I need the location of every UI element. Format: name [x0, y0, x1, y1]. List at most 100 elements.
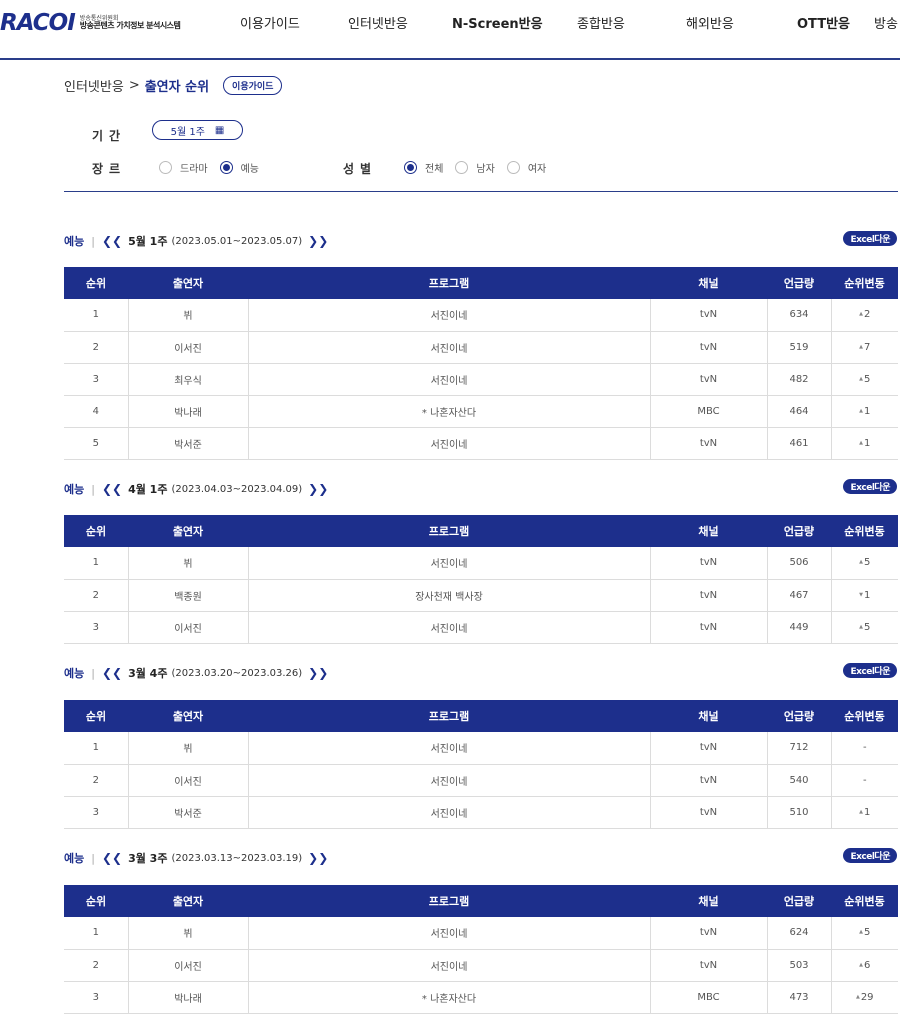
week-picker[interactable]: 5월 1주 ▦ [152, 120, 243, 140]
performer-cell: 백종원 [128, 579, 249, 612]
rank-cell: 4 [64, 395, 129, 428]
excel-download-button[interactable]: Excel다운 [843, 479, 897, 494]
rank-cell: 1 [64, 547, 129, 580]
next-week-icon[interactable]: ❯❯ [308, 482, 328, 496]
prev-week-icon[interactable]: ❮❮ [102, 666, 122, 680]
program-header: 프로그램 [248, 267, 650, 299]
section-week: 3월 4주 [128, 667, 168, 680]
mentions-cell: 503 [767, 949, 832, 982]
gender-option-male[interactable]: 남자 [476, 160, 494, 175]
channel-header: 채널 [650, 267, 767, 299]
channel-header: 채널 [650, 885, 767, 917]
performer-cell: 박나래 [128, 981, 249, 1014]
calendar-icon: ▦ [214, 124, 225, 136]
genre-radio-drama[interactable] [159, 161, 172, 174]
section-title: 예능 | ❮❮ 3월 3주 (2023.03.13~2023.03.19) ❯❯ [64, 850, 328, 866]
ranking-table: 순위출연자프로그램채널언급량순위변동1뷔서진이네tvN63422이서진서진이네t… [64, 267, 898, 460]
channel-cell: tvN [650, 949, 768, 982]
rank-change-cell: 6 [831, 949, 898, 982]
performer-header: 출연자 [128, 700, 248, 732]
mentions-cell: 464 [767, 395, 832, 428]
section-genre: 예능 [64, 852, 85, 865]
nav-ott-response[interactable]: OTT반응 [797, 13, 850, 32]
section-genre: 예능 [64, 235, 85, 248]
rank-cell: 1 [64, 917, 129, 950]
table-row[interactable]: 1 뷔 서진이네 tvN 712- [64, 732, 898, 765]
program-header: 프로그램 [248, 885, 650, 917]
genre-radio-variety[interactable] [219, 161, 233, 174]
prev-week-icon[interactable]: ❮❮ [102, 482, 122, 496]
table-row[interactable]: 2 이서진 서진이네 tvN 540- [64, 764, 898, 797]
gender-radio-all[interactable] [404, 161, 417, 174]
logo-subtitle: 방송통신위원회 방송콘텐츠 가치정보 분석시스템 [80, 15, 181, 31]
genre-option-drama[interactable]: 드라마 [180, 160, 208, 175]
channel-cell: tvN [650, 299, 768, 332]
excel-download-button[interactable]: Excel다운 [843, 663, 897, 678]
next-week-icon[interactable]: ❯❯ [308, 851, 328, 865]
section-date-range: (2023.04.03~2023.04.09) [171, 483, 303, 495]
nav-internet-response[interactable]: 인터넷반응 [348, 13, 408, 32]
nav-nscreen-response[interactable]: N-Screen반응 [452, 13, 543, 32]
section-week: 3월 3주 [128, 852, 168, 865]
next-week-icon[interactable]: ❯❯ [308, 234, 328, 248]
excel-download-button[interactable]: Excel다운 [843, 231, 897, 246]
gender-option-all[interactable]: 전체 [425, 160, 443, 175]
table-row[interactable]: 1뷔서진이네tvN6342 [64, 299, 898, 332]
section-date-range: (2023.05.01~2023.05.07) [171, 235, 303, 247]
performer-cell: 박서준 [128, 427, 249, 460]
table-header-row: 순위 출연자 프로그램 채널 언급량 순위변동 [64, 700, 898, 732]
week-picker-value: 5월 1주 [170, 126, 205, 138]
rank-cell: 1 [64, 299, 129, 332]
rank-change-cell: 29 [831, 981, 898, 1014]
mentions-cell: 506 [767, 547, 832, 580]
section-date-range: (2023.03.20~2023.03.26) [171, 667, 303, 679]
performer-cell: 뷔 [128, 917, 249, 950]
mentions-cell: 449 [767, 611, 832, 644]
table-row[interactable]: 1뷔서진이네tvN5065 [64, 547, 898, 580]
rank-change-cell: 5 [831, 917, 898, 950]
usage-guide-button[interactable]: 이용가이드 [223, 76, 283, 95]
rank-cell: 3 [64, 796, 129, 829]
channel-cell: tvN [650, 363, 768, 396]
program-header: 프로그램 [248, 700, 650, 732]
table-row[interactable]: 3최우식서진이네tvN4825 [64, 363, 898, 396]
performer-cell: 최우식 [128, 363, 249, 396]
breadcrumb-parent[interactable]: 인터넷반응 [64, 76, 124, 95]
section-week: 5월 1주 [128, 235, 168, 248]
table-row[interactable]: 3박서준서진이네tvN5101 [64, 796, 898, 829]
table-row[interactable]: 3이서진서진이네tvN4495 [64, 611, 898, 644]
nav-usage-guide[interactable]: 이용가이드 [240, 13, 300, 32]
nav-broadcast[interactable]: 방송 [874, 13, 898, 32]
rank-cell: 3 [64, 981, 129, 1014]
prev-week-icon[interactable]: ❮❮ [102, 234, 122, 248]
nav-overseas-response[interactable]: 해외반응 [686, 13, 734, 32]
next-week-icon[interactable]: ❯❯ [308, 666, 328, 680]
gender-label: 성별 [343, 162, 378, 176]
table-row[interactable]: 3박나래* 나혼자산다MBC47329 [64, 981, 898, 1014]
rank-change-cell: 1 [831, 427, 898, 460]
channel-header: 채널 [650, 700, 767, 732]
table-row[interactable]: 5박서준서진이네tvN4611 [64, 427, 898, 460]
table-row[interactable]: 2이서진서진이네tvN5036 [64, 949, 898, 982]
rank-change-cell: 2 [831, 299, 898, 332]
genre-option-variety[interactable]: 예능 [241, 160, 259, 175]
gender-radio-male[interactable] [455, 161, 469, 174]
gender-option-female[interactable]: 여자 [528, 160, 546, 175]
rank-cell: 2 [64, 579, 129, 612]
table-row[interactable]: 2이서진서진이네tvN5197 [64, 331, 898, 364]
excel-download-button[interactable]: Excel다운 [843, 848, 897, 863]
site-logo[interactable]: RACOI 방송통신위원회 방송콘텐츠 가치정보 분석시스템 [0, 10, 181, 36]
prev-week-icon[interactable]: ❮❮ [102, 851, 122, 865]
program-cell: 서진이네 [248, 796, 651, 829]
section-title: 예능 | ❮❮ 3월 4주 (2023.03.20~2023.03.26) ❯❯ [64, 665, 328, 681]
table-row[interactable]: 1뷔서진이네tvN6245 [64, 917, 898, 950]
nav-total-response[interactable]: 종합반응 [577, 13, 625, 32]
table-row[interactable]: 2백종원장사천재 백사장tvN4671 [64, 579, 898, 612]
channel-header: 채널 [650, 515, 767, 547]
gender-radio-group: 전체 남자 여자 [404, 160, 558, 175]
rank-change-cell: 5 [831, 611, 898, 644]
gender-radio-female[interactable] [506, 161, 520, 174]
channel-cell: tvN [650, 796, 768, 829]
table-row[interactable]: 4박나래* 나혼자산다MBC4641 [64, 395, 898, 428]
table-header-row: 순위 출연자 프로그램 채널 언급량 순위변동 [64, 885, 898, 917]
